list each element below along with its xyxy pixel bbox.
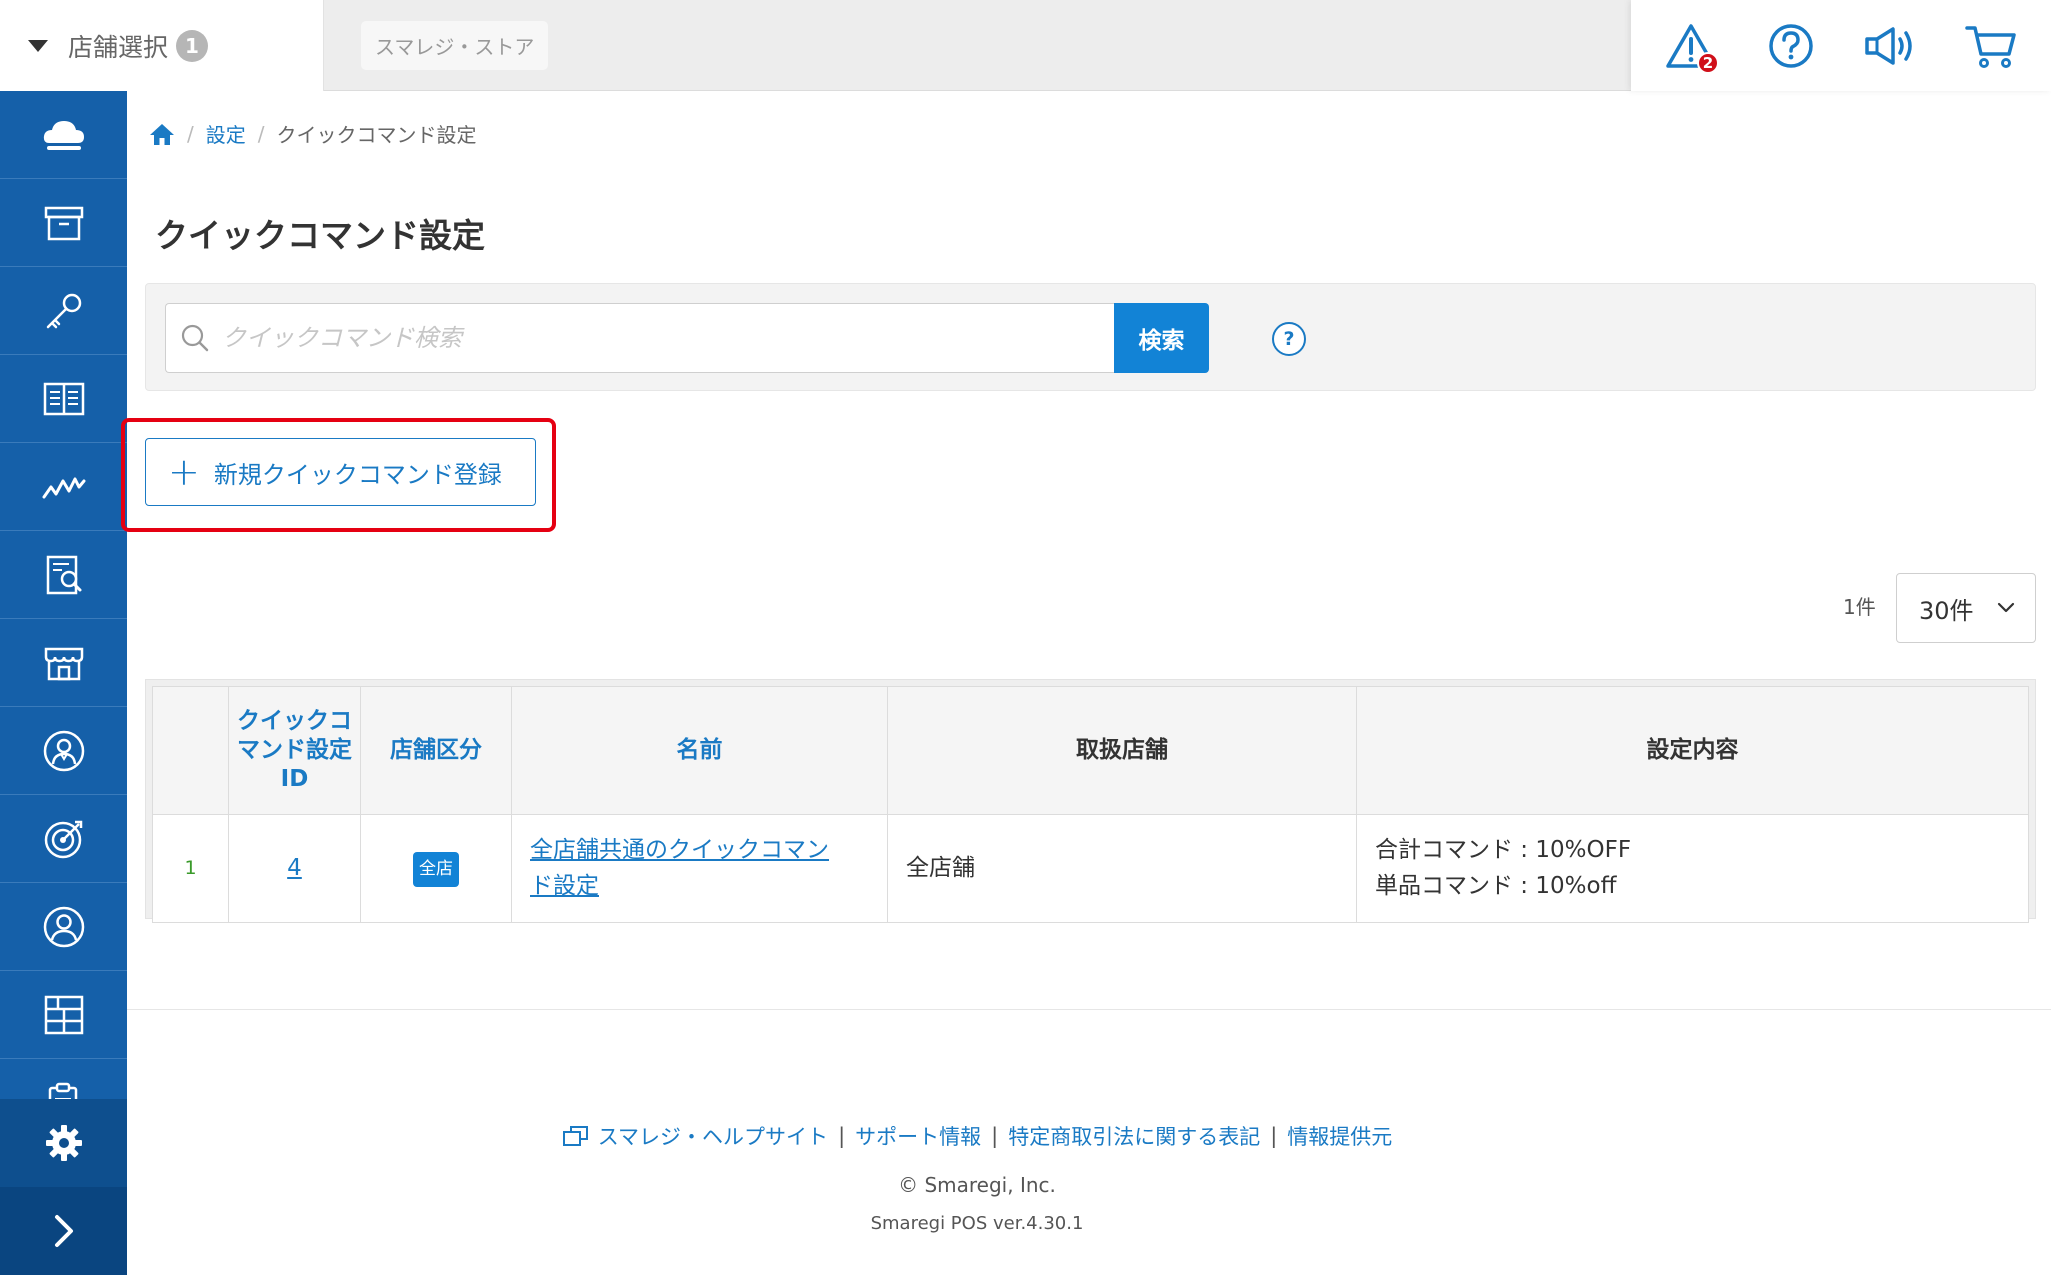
sidebar-item-analytics[interactable]: [0, 443, 127, 531]
row-name-link[interactable]: 全店舗共通のクイックコマン ド設定: [530, 837, 829, 899]
store-icon: [44, 647, 83, 680]
sidebar-item-apps[interactable]: [0, 971, 127, 1059]
store-select-dropdown[interactable]: 店舗選択 1: [0, 0, 324, 91]
quick-command-table-wrapper: クイックコ マンド設定 ID 店舗区分 名前 取扱店舗 設定内容 1 4 全店 …: [145, 679, 2036, 923]
alert-button[interactable]: 2: [1661, 16, 1721, 76]
page-title: クイックコマンド設定: [155, 216, 485, 255]
question-circle-icon: [1769, 23, 1813, 68]
sidebar-item-key[interactable]: [0, 267, 127, 355]
row-index: 1: [152, 814, 229, 923]
header-index: [152, 686, 229, 815]
row-content-cell: 合計コマンド : 10%OFF 単品コマンド : 10%off: [1356, 814, 2029, 923]
alert-count-badge: 2: [1697, 51, 1719, 74]
footer-links: スマレジ・ヘルプサイト | サポート情報 | 特定商取引法に関する表記 | 情報…: [127, 1121, 1827, 1151]
content-total-command: 合計コマンド : 10%OFF: [1375, 836, 1632, 863]
external-window-icon: [562, 1126, 588, 1146]
sidebar-item-inventory[interactable]: [0, 179, 127, 267]
breadcrumb: / 設定 / クイックコマンド設定: [149, 119, 477, 148]
megaphone-icon: [1865, 26, 1912, 65]
current-store-chip[interactable]: スマレジ・ストア: [361, 21, 549, 70]
grid-icon: [44, 995, 83, 1034]
content-item-command: 単品コマンド : 10%off: [1375, 872, 1617, 899]
search-help-icon[interactable]: ?: [1272, 322, 1306, 356]
store-type-badge: 全店: [413, 852, 459, 887]
new-quick-command-button[interactable]: + 新規クイックコマンド登録: [145, 438, 536, 506]
sidebar-item-cloud[interactable]: [0, 91, 127, 179]
footer-support-link[interactable]: サポート情報: [855, 1121, 981, 1151]
main-content: / 設定 / クイックコマンド設定 クイックコマンド設定 検索 ? + 新規クイ…: [121, 91, 2051, 1275]
footer-law-link[interactable]: 特定商取引法に関する表記: [1008, 1121, 1260, 1151]
new-quick-command-label: 新規クイックコマンド登録: [213, 460, 502, 489]
row-stores-cell: 全店舗: [887, 814, 1357, 923]
report-search-icon: [46, 555, 81, 594]
header-name[interactable]: 名前: [511, 686, 888, 815]
archive-box-icon: [44, 206, 83, 240]
quick-command-table: クイックコ マンド設定 ID 店舗区分 名前 取扱店舗 設定内容 1 4 全店 …: [152, 686, 2029, 923]
caret-down-icon: [28, 39, 48, 52]
footer-copyright: © Smaregi, Inc.: [898, 1173, 1056, 1197]
cart-button[interactable]: [1961, 16, 2021, 76]
cloud-icon: [43, 120, 84, 150]
footer-version: Smaregi POS ver.4.30.1: [870, 1213, 1084, 1234]
per-page-value: 30件: [1919, 596, 1974, 625]
sidebar-item-staff[interactable]: [0, 707, 127, 795]
search-button[interactable]: 検索: [1114, 303, 1209, 373]
top-bar: 店舗選択 1 スマレジ・ストア 2: [0, 0, 2051, 91]
search-panel: 検索 ?: [145, 283, 2036, 391]
top-icon-group: 2: [1631, 0, 2051, 91]
footer-help-site-link[interactable]: スマレジ・ヘルプサイト: [598, 1121, 828, 1151]
chevron-right-icon: [54, 1215, 73, 1247]
breadcrumb-settings-link[interactable]: 設定: [206, 119, 246, 148]
search-field-wrapper: [165, 303, 1115, 373]
result-count: 1件: [1843, 595, 1876, 619]
header-id[interactable]: クイックコ マンド設定 ID: [228, 686, 361, 815]
table-header-row: クイックコ マンド設定 ID 店舗区分 名前 取扱店舗 設定内容: [152, 686, 2029, 815]
help-button[interactable]: [1761, 16, 1821, 76]
sidebar-item-book[interactable]: [0, 355, 127, 443]
home-icon[interactable]: [149, 122, 175, 146]
store-count-badge: 1: [176, 29, 209, 62]
breadcrumb-current: クイックコマンド設定: [276, 123, 477, 147]
key-icon: [46, 293, 81, 328]
target-icon: [44, 820, 82, 858]
header-stores: 取扱店舗: [887, 686, 1357, 815]
sidebar-bottom: [0, 1099, 127, 1275]
search-icon: [181, 324, 209, 352]
chart-line-icon: [42, 477, 85, 498]
footer-divider: [127, 1009, 2051, 1010]
footer-info-link[interactable]: 情報提供元: [1287, 1121, 1392, 1151]
header-content: 設定内容: [1356, 686, 2029, 815]
search-input[interactable]: [222, 308, 1082, 368]
row-store-type-cell: 全店: [360, 814, 512, 923]
customer-icon: [43, 906, 84, 947]
sidebar-settings-button[interactable]: [0, 1099, 127, 1187]
row-id-link[interactable]: 4: [287, 855, 302, 881]
gear-icon: [45, 1125, 82, 1161]
cart-icon: [1965, 25, 2016, 68]
sidebar-item-reports[interactable]: [0, 531, 127, 619]
header-store-type[interactable]: 店舗区分: [360, 686, 512, 815]
plus-icon: +: [168, 450, 200, 494]
row-id-cell: 4: [228, 814, 361, 923]
book-icon: [43, 382, 84, 415]
sidebar-item-store[interactable]: [0, 619, 127, 707]
sidebar-nav: [0, 91, 127, 1275]
table-row: 1 4 全店 全店舗共通のクイックコマン ド設定 全店舗 合計コマンド : 10%…: [152, 814, 2029, 923]
store-select-label: 店舗選択: [68, 32, 169, 62]
staff-icon: [43, 730, 84, 771]
sidebar-expand-button[interactable]: [0, 1187, 127, 1275]
announcement-button[interactable]: [1861, 16, 1921, 76]
sidebar-item-customer[interactable]: [0, 883, 127, 971]
row-name-cell: 全店舗共通のクイックコマン ド設定: [511, 814, 888, 923]
per-page-select[interactable]: 30件: [1896, 573, 2036, 643]
sidebar-item-target[interactable]: [0, 795, 127, 883]
chevron-down-icon: [1997, 602, 2015, 613]
